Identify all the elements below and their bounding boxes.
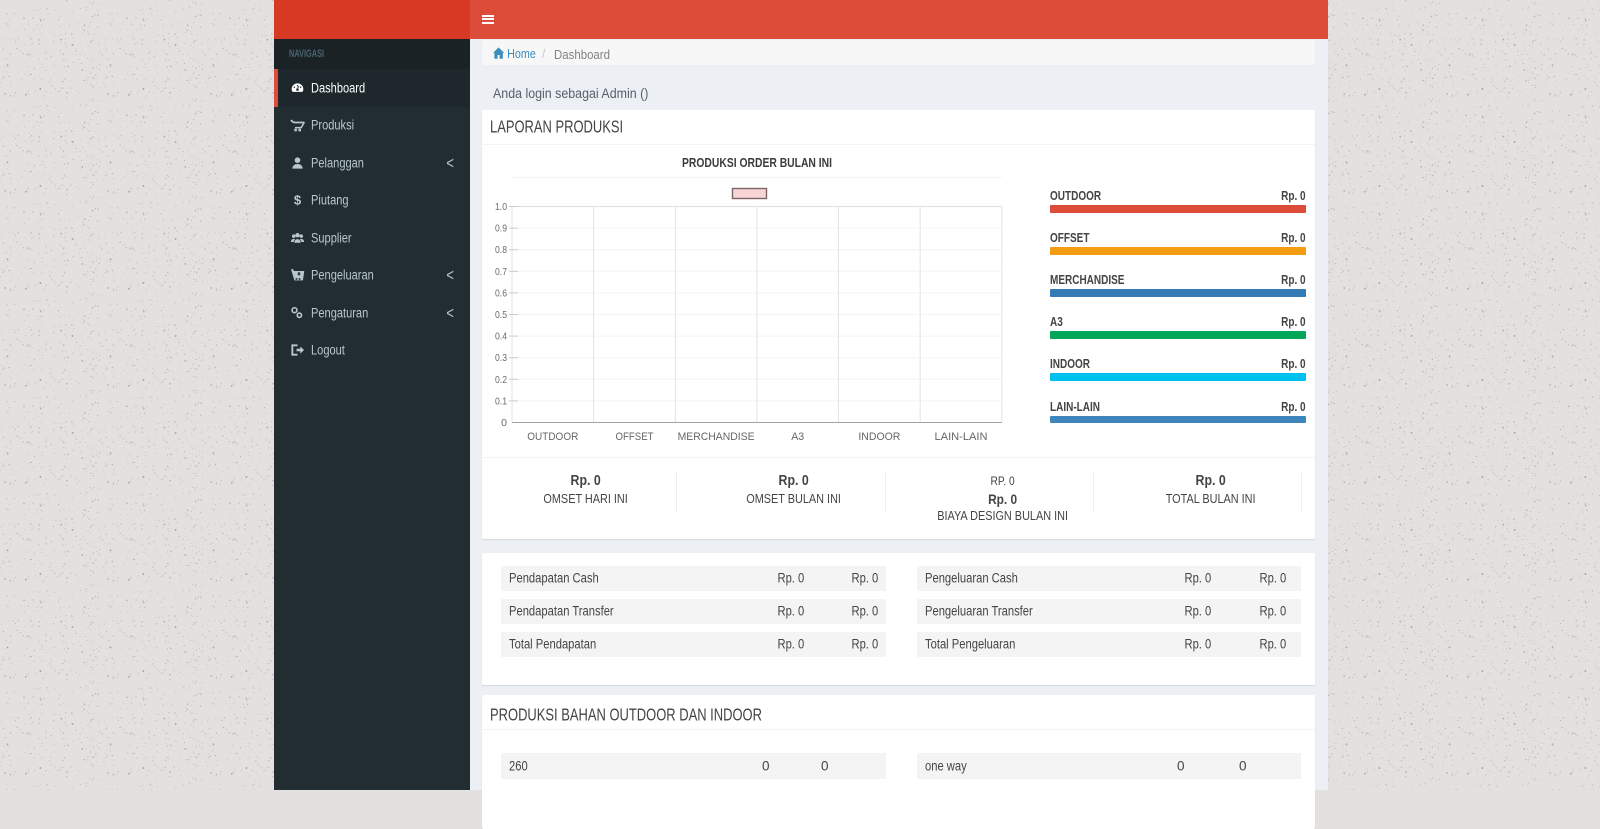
svg-text:0.1: 0.1	[495, 395, 507, 407]
svg-text:0.9: 0.9	[495, 223, 507, 235]
svg-text:INDOOR: INDOOR	[858, 431, 900, 443]
svg-text:0.8: 0.8	[495, 244, 507, 256]
svg-text:1.0: 1.0	[495, 201, 507, 213]
svg-text:0.6: 0.6	[495, 287, 507, 299]
svg-text:PRODUKSI ORDER BULAN INI: PRODUKSI ORDER BULAN INI	[682, 155, 832, 170]
svg-text:LAIN-LAIN: LAIN-LAIN	[935, 431, 988, 443]
svg-text:A3: A3	[791, 431, 804, 443]
svg-text:0.7: 0.7	[495, 266, 507, 278]
svg-text:OFFSET: OFFSET	[616, 431, 654, 443]
svg-text:OUTDOOR: OUTDOOR	[527, 431, 578, 443]
svg-text:0.5: 0.5	[495, 309, 507, 321]
svg-text:MERCHANDISE: MERCHANDISE	[678, 431, 755, 443]
svg-text:0.3: 0.3	[495, 352, 507, 364]
svg-text:0: 0	[501, 417, 507, 429]
svg-text:0.2: 0.2	[495, 374, 507, 386]
svg-text:$: $	[294, 193, 302, 208]
svg-text:0.4: 0.4	[495, 331, 507, 343]
